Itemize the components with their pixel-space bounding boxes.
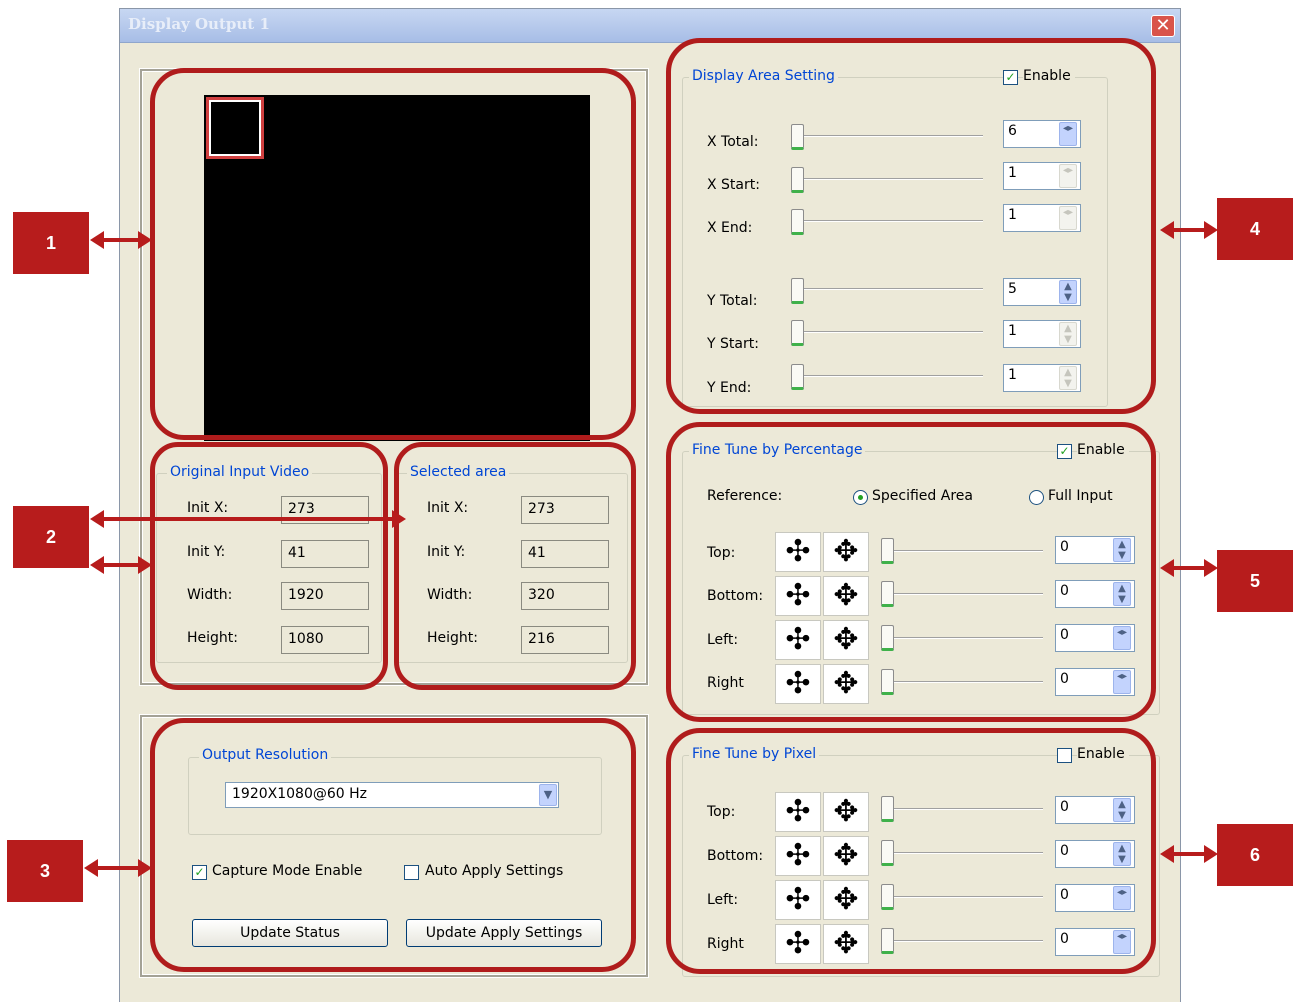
callout-ring-2a bbox=[150, 442, 388, 690]
callout-arrow-2a-right bbox=[392, 510, 406, 528]
callout-badge-5: 5 bbox=[1217, 550, 1293, 612]
callout-badge-4: 4 bbox=[1217, 198, 1293, 260]
callout-arrow-2b-right bbox=[138, 556, 152, 574]
callout-arrow-3-right bbox=[138, 859, 152, 877]
callout-arrow-1-shaft bbox=[102, 238, 138, 242]
callout-arrow-5-shaft bbox=[1172, 566, 1204, 570]
callout-arrow-5-right bbox=[1204, 559, 1218, 577]
callout-ring-5 bbox=[666, 422, 1156, 722]
callout-ring-4 bbox=[666, 38, 1156, 414]
callout-ring-3 bbox=[150, 718, 636, 972]
callout-arrow-4-shaft bbox=[1172, 228, 1204, 232]
callout-arrow-3-shaft bbox=[96, 866, 138, 870]
callout-badge-1: 1 bbox=[13, 212, 89, 274]
callout-arrow-1-right bbox=[138, 231, 152, 249]
close-button[interactable]: ✕ bbox=[1151, 15, 1175, 37]
callout-badge-6: 6 bbox=[1217, 824, 1293, 886]
window-title: Display Output 1 bbox=[128, 15, 270, 33]
callout-ring-6 bbox=[666, 728, 1156, 974]
callout-badge-3: 3 bbox=[7, 840, 83, 902]
callout-arrow-2b-shaft bbox=[102, 563, 138, 567]
callout-arrow-6-shaft bbox=[1172, 852, 1204, 856]
callout-ring-1 bbox=[150, 68, 636, 440]
callout-arrow-2a-shaft bbox=[102, 517, 392, 521]
callout-arrow-6-right bbox=[1204, 845, 1218, 863]
callout-arrow-4-right bbox=[1204, 221, 1218, 239]
close-icon: ✕ bbox=[1155, 15, 1171, 36]
callout-ring-2b bbox=[394, 442, 636, 690]
callout-badge-2: 2 bbox=[13, 506, 89, 568]
